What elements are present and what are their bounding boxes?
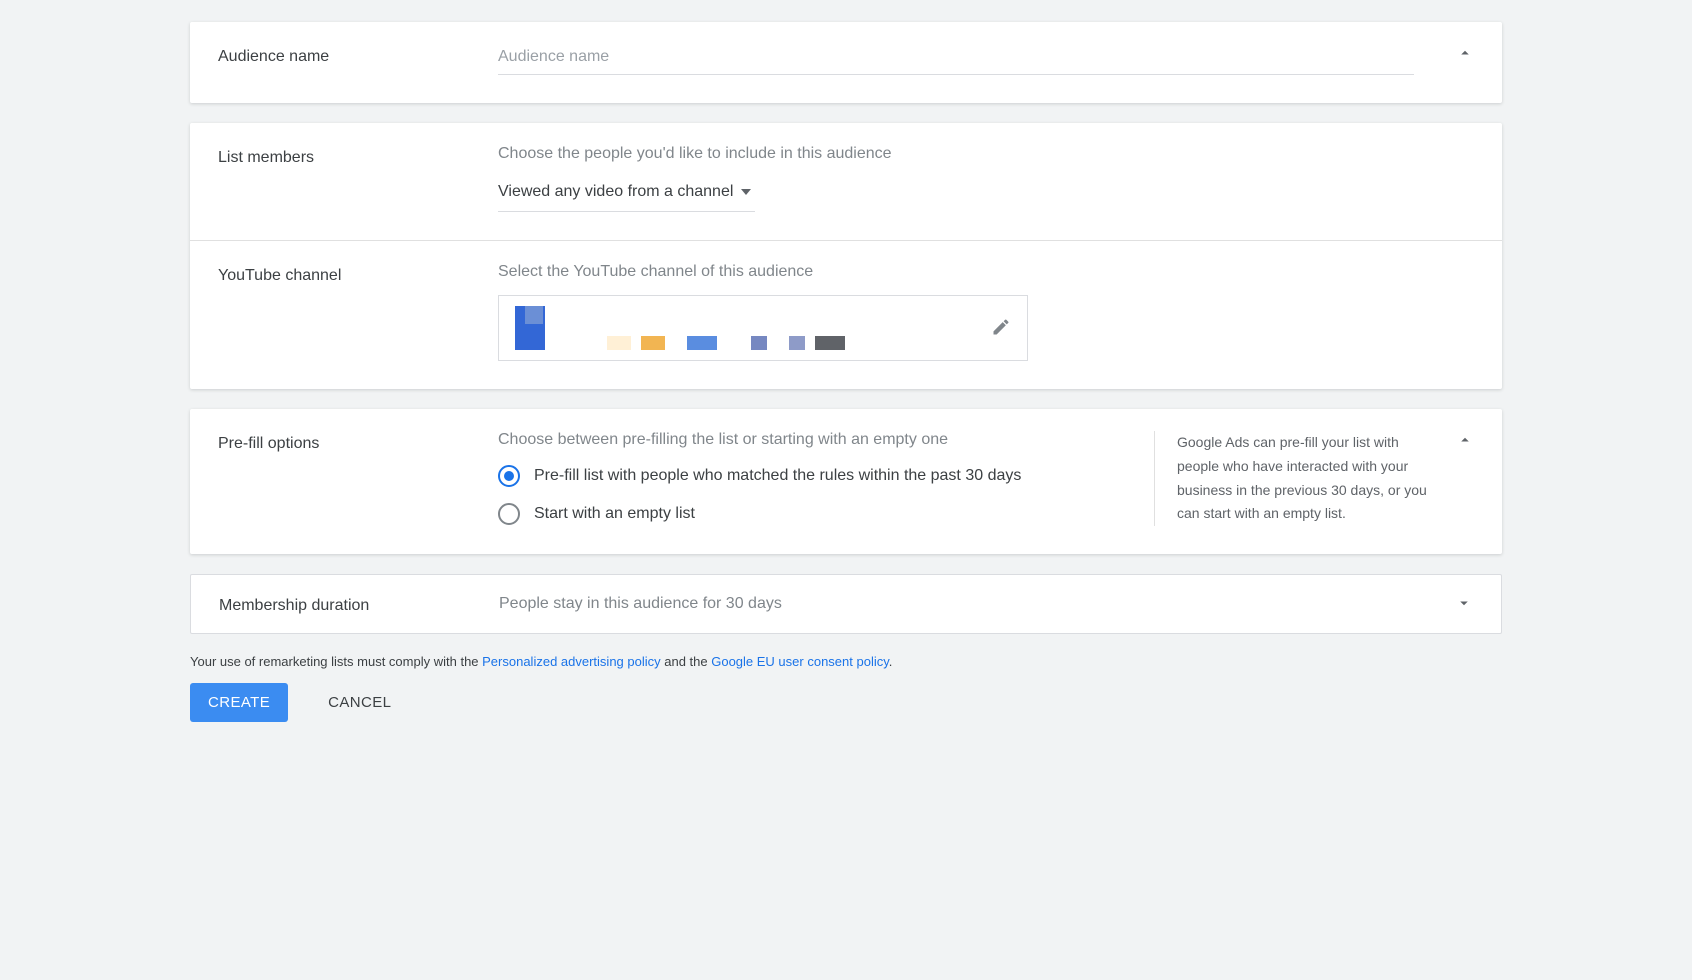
prefill-option-prefill[interactable]: Pre-fill list with people who matched th… [498,465,1134,487]
prefill-label: Pre-fill options [218,431,498,453]
chevron-up-icon[interactable] [1456,44,1474,65]
prefill-card: Pre-fill options Choose between pre-fill… [190,409,1502,554]
pencil-icon[interactable] [991,317,1011,340]
prefill-option-empty[interactable]: Start with an empty list [498,503,1134,525]
compliance-text: Your use of remarketing lists must compl… [190,654,1502,669]
audience-name-input[interactable] [498,44,1414,75]
membership-summary: People stay in this audience for 30 days [499,595,1455,613]
youtube-channel-selector[interactable] [498,295,1028,361]
personalized-ad-policy-link[interactable]: Personalized advertising policy [482,654,660,669]
list-members-selected: Viewed any video from a channel [498,183,733,201]
list-members-dropdown[interactable]: Viewed any video from a channel [498,177,755,212]
membership-duration-card[interactable]: Membership duration People stay in this … [190,574,1502,634]
prefill-help-text: Google Ads can pre-fill your list with p… [1154,431,1434,526]
prefill-option-1-label: Start with an empty list [534,505,695,523]
cancel-button[interactable]: CANCEL [310,683,409,722]
membership-label: Membership duration [219,593,499,615]
list-members-label: List members [218,145,498,167]
audience-name-label: Audience name [218,44,498,66]
chevron-down-icon [1455,594,1473,615]
list-members-card: List members Choose the people you'd lik… [190,123,1502,389]
youtube-channel-redacted-content [515,306,845,350]
audience-name-card: Audience name [190,22,1502,103]
youtube-channel-desc: Select the YouTube channel of this audie… [498,263,1474,281]
eu-consent-policy-link[interactable]: Google EU user consent policy [711,654,889,669]
prefill-desc: Choose between pre-filling the list or s… [498,431,1134,449]
create-button[interactable]: CREATE [190,683,288,722]
radio-unchecked-icon [498,503,520,525]
prefill-option-0-label: Pre-fill list with people who matched th… [534,467,1021,485]
chevron-up-icon[interactable] [1456,431,1474,452]
list-members-desc: Choose the people you'd like to include … [498,145,1474,163]
radio-checked-icon [498,465,520,487]
youtube-channel-label: YouTube channel [218,263,498,285]
form-actions: CREATE CANCEL [190,683,1502,722]
caret-down-icon [741,189,751,195]
